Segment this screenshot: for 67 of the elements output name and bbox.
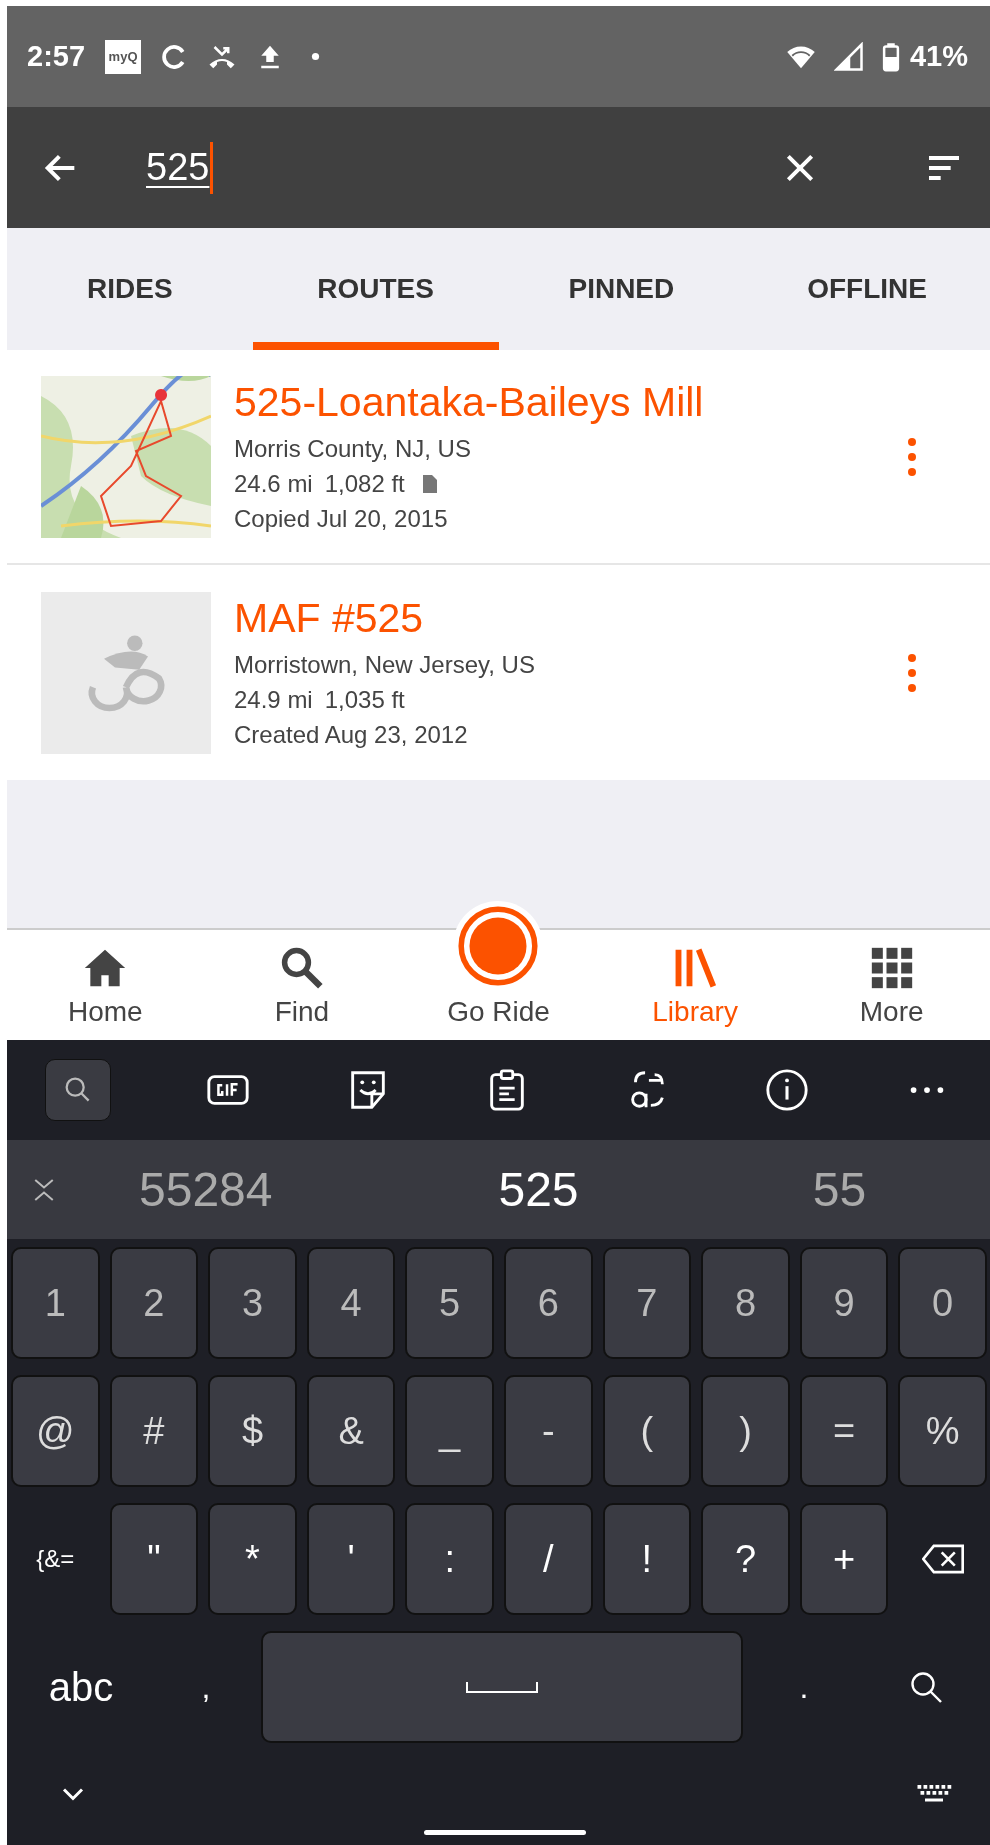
- key[interactable]: %: [898, 1375, 987, 1487]
- key[interactable]: ': [306, 1503, 396, 1615]
- route-elevation: 1,082 ft: [324, 468, 405, 499]
- status-time: 2:57: [27, 40, 86, 73]
- battery-icon: [881, 41, 900, 72]
- app-notification-icon: myQ: [105, 39, 142, 74]
- route-distance: 24.9 mi: [234, 684, 313, 715]
- key[interactable]: (: [602, 1375, 692, 1487]
- keyboard-search-button[interactable]: [45, 1059, 111, 1121]
- key[interactable]: abc: [11, 1631, 151, 1743]
- key[interactable]: !: [602, 1503, 692, 1615]
- key[interactable]: :: [405, 1503, 494, 1615]
- dot-icon: [311, 52, 321, 61]
- key[interactable]: 3: [208, 1247, 297, 1359]
- key[interactable]: #: [109, 1375, 199, 1487]
- grid-icon: [869, 946, 914, 990]
- key[interactable]: +: [799, 1503, 889, 1615]
- key[interactable]: 2: [109, 1247, 199, 1359]
- battery-percent: 41%: [909, 40, 968, 73]
- route-location: Morris County, NJ, US: [234, 433, 472, 464]
- library-icon: [673, 946, 718, 990]
- key[interactable]: {&=: [11, 1503, 100, 1615]
- suggestion[interactable]: 55284: [139, 1162, 388, 1217]
- key[interactable]: 0: [898, 1247, 987, 1359]
- route-distance: 24.6 mi: [234, 468, 313, 499]
- key[interactable]: 7: [602, 1247, 692, 1359]
- key[interactable]: ): [701, 1375, 790, 1487]
- suggestion[interactable]: 525: [388, 1162, 689, 1217]
- suggestion[interactable]: 55: [689, 1162, 990, 1217]
- nav-item[interactable]: More: [793, 930, 990, 1040]
- nav-item[interactable]: Home: [7, 930, 204, 1040]
- key[interactable]: 5: [405, 1247, 494, 1359]
- key[interactable]: 8: [701, 1247, 790, 1359]
- tab[interactable]: OFFLINE: [744, 228, 990, 350]
- key[interactable]: ?: [701, 1503, 790, 1615]
- search-icon: [279, 946, 324, 990]
- route-date: Copied Jul 20, 2015: [234, 503, 449, 534]
- key[interactable]: *: [208, 1503, 297, 1615]
- route-elevation: 1,035 ft: [324, 684, 405, 715]
- key[interactable]: _: [405, 1375, 494, 1487]
- key[interactable]: .: [743, 1631, 865, 1743]
- key[interactable]: -: [504, 1375, 593, 1487]
- key[interactable]: ": [109, 1503, 199, 1615]
- key[interactable]: &: [306, 1375, 396, 1487]
- route-date: Created Aug 23, 2012: [234, 719, 469, 750]
- key[interactable]: 1: [11, 1247, 100, 1359]
- key[interactable]: @: [11, 1375, 100, 1487]
- route-location: Morristown, New Jersey, US: [234, 649, 536, 680]
- tab[interactable]: RIDES: [7, 228, 253, 350]
- nav-item[interactable]: Go Ride: [400, 900, 597, 1040]
- key[interactable]: $: [208, 1375, 297, 1487]
- nav-item[interactable]: Find: [203, 930, 401, 1040]
- more-options-icon[interactable]: [906, 436, 918, 477]
- search-field[interactable]: 525: [146, 141, 780, 194]
- more-options-icon[interactable]: [906, 652, 918, 693]
- info-icon[interactable]: [764, 1067, 811, 1113]
- space-icon: [466, 1680, 538, 1694]
- key[interactable]: /: [504, 1503, 593, 1615]
- key[interactable]: ,: [151, 1631, 261, 1743]
- key[interactable]: 6: [504, 1247, 593, 1359]
- tab[interactable]: PINNED: [498, 228, 745, 350]
- key[interactable]: =: [799, 1375, 889, 1487]
- route-item[interactable]: MAF #525 Morristown, New Jersey, US 24.9 mi 1,035 ft Created Aug 23, 2012: [7, 565, 990, 780]
- key[interactable]: 9: [799, 1247, 889, 1359]
- signal-icon: [833, 41, 864, 72]
- route-item[interactable]: 525-Loantaka-Baileys Mill Morris County, NJ, US 24.6 mi 1,082 ft Copied Jul 20, 2015: [7, 350, 990, 565]
- key[interactable]: 4: [306, 1247, 396, 1359]
